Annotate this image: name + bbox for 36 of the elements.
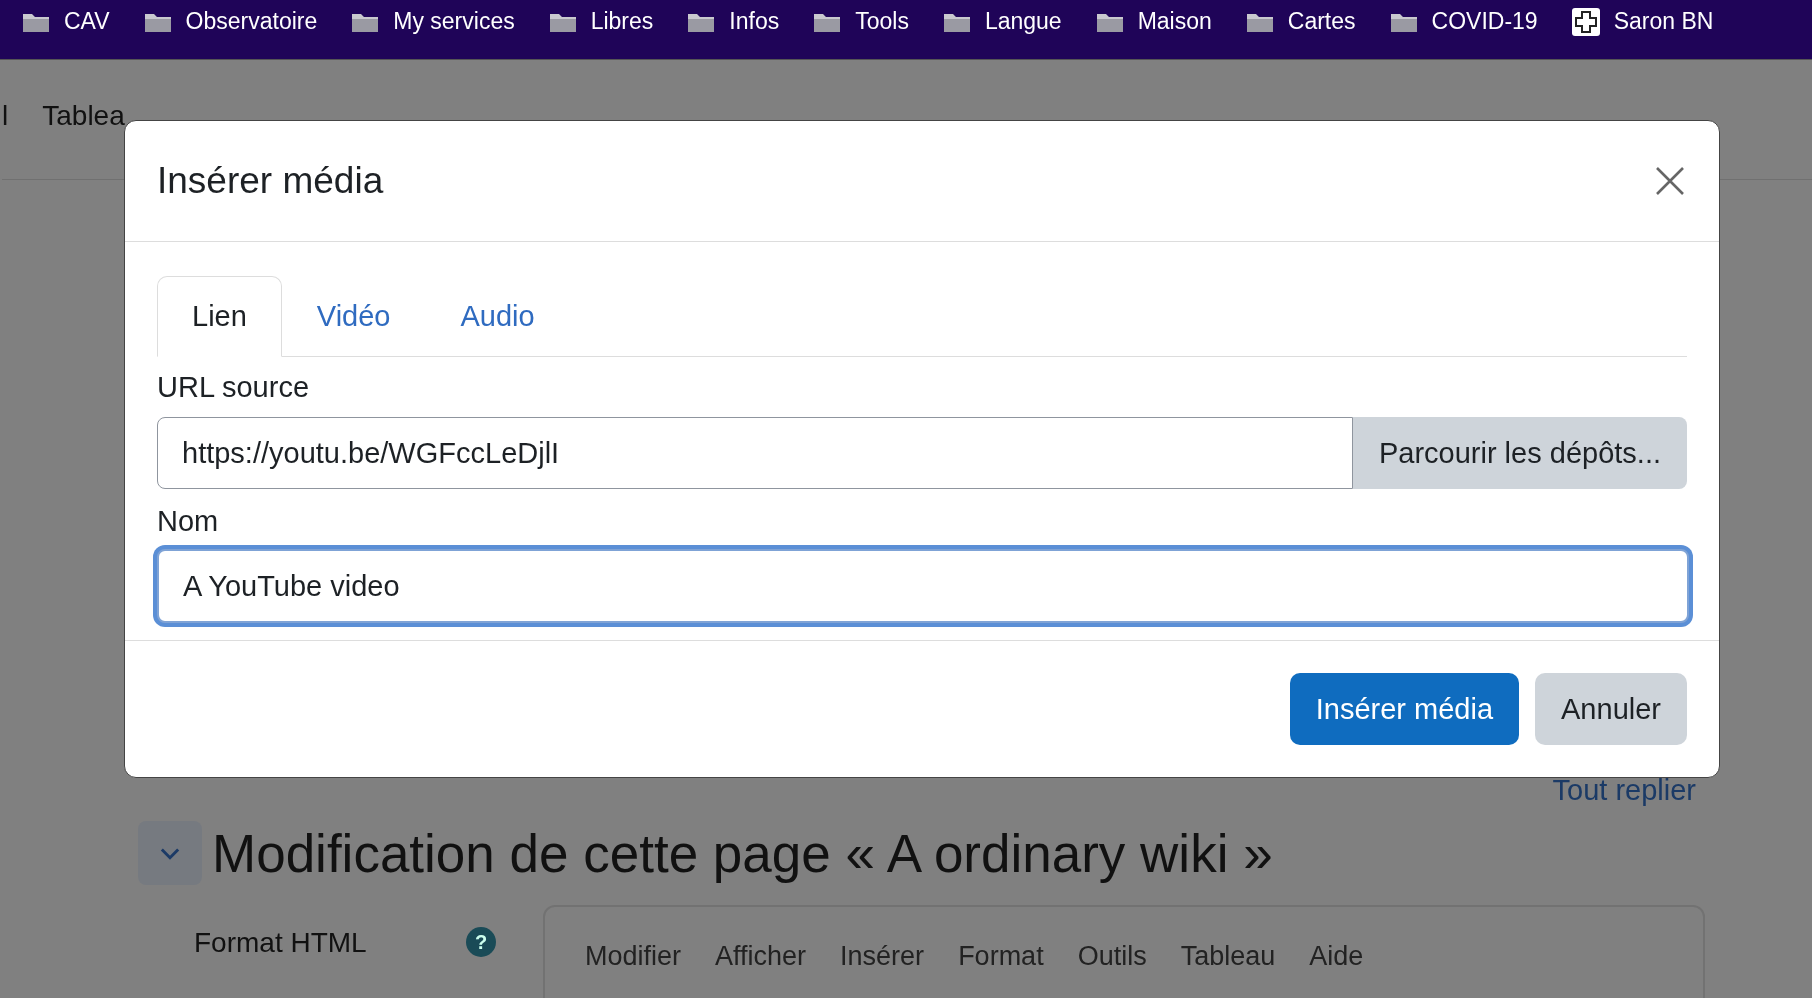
- bookmark[interactable]: Maison: [1095, 8, 1212, 35]
- field-label: URL source: [157, 371, 311, 405]
- menu-item[interactable]: Insérer: [840, 941, 925, 972]
- url-field[interactable]: https://youtu.be/WGFccLeDjlI: [157, 417, 1353, 489]
- format-label: Format HTML: [194, 927, 368, 959]
- menu-item[interactable]: Tableau: [1180, 941, 1276, 972]
- nav-link[interactable]: l: [2, 100, 9, 132]
- bookmark[interactable]: Langue: [942, 8, 1062, 35]
- tab[interactable]: Lien: [157, 276, 282, 357]
- insert-button[interactable]: Insérer média: [1289, 673, 1520, 745]
- page-heading: Modification de cette page « A ordinary wiki »: [212, 822, 1273, 884]
- dialog-title: Insérer média: [157, 160, 384, 202]
- menu-item[interactable]: Outils: [1077, 941, 1147, 972]
- bookmark[interactable]: Libres: [548, 8, 654, 35]
- help-icon[interactable]: ?: [466, 927, 496, 957]
- bookmark[interactable]: Observatoire: [143, 8, 318, 35]
- bookmark[interactable]: Tools: [813, 8, 909, 35]
- bookmark[interactable]: Infos: [687, 8, 780, 35]
- plus-icon: [1571, 7, 1600, 36]
- menu-item[interactable]: Format: [958, 941, 1044, 972]
- bookmark[interactable]: CAV: [22, 8, 110, 35]
- menu-item[interactable]: Afficher: [715, 941, 807, 972]
- cancel-button[interactable]: Annuler: [1535, 673, 1687, 745]
- bookmark[interactable]: Saron BN: [1571, 7, 1714, 36]
- field-label: Nom: [157, 505, 220, 539]
- bookmark[interactable]: My services: [351, 8, 515, 35]
- bookmark[interactable]: Cartes: [1245, 8, 1356, 35]
- bookmark[interactable]: COVID-19: [1389, 8, 1538, 35]
- tab[interactable]: Audio: [425, 276, 570, 357]
- close-icon[interactable]: [1655, 166, 1685, 196]
- menu-item[interactable]: Aide: [1309, 941, 1364, 972]
- nav-link[interactable]: Tablea: [42, 100, 125, 132]
- tab[interactable]: Vidéo: [281, 276, 426, 357]
- menu-item[interactable]: Modifier: [585, 941, 682, 972]
- name-field[interactable]: A YouTube video: [157, 549, 1689, 623]
- browse-button[interactable]: Parcourir les dépôts...: [1352, 417, 1687, 489]
